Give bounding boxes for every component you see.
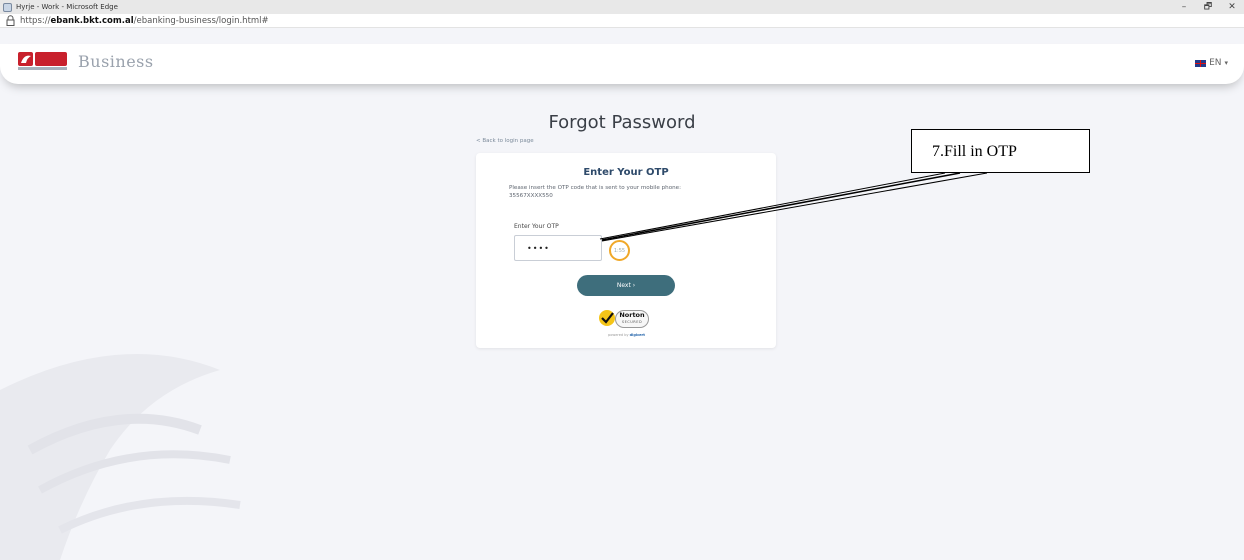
otp-instructions: Please insert the OTP code that is sent … (509, 184, 749, 200)
window-title: Hyrje - Work - Microsoft Edge (16, 3, 118, 11)
window-title-bar: Hyrje - Work - Microsoft Edge – 🗗 ✕ (0, 0, 1244, 14)
bkt-logo-mark (18, 51, 68, 71)
otp-countdown-timer: 1:55 (609, 240, 630, 261)
otp-input[interactable]: •••• (514, 235, 602, 261)
address-bar[interactable]: https://ebank.bkt.com.al/ebanking-busine… (0, 14, 1244, 28)
uk-flag-icon (1195, 59, 1207, 67)
language-selector[interactable]: EN ▾ (1195, 58, 1228, 68)
otp-instructions-text: Please insert the OTP code that is sent … (509, 185, 681, 191)
close-button[interactable]: ✕ (1220, 0, 1244, 14)
masked-phone-number: 35567XXXX550 (509, 193, 553, 199)
otp-input-value: •••• (527, 243, 550, 253)
minimize-button[interactable]: – (1172, 0, 1196, 14)
edge-page-icon (3, 2, 12, 12)
otp-card-title: Enter Your OTP (583, 167, 669, 178)
brand-name: Business (78, 51, 154, 71)
back-to-login-link[interactable]: < Back to login page (476, 138, 534, 144)
chevron-down-icon: ▾ (1224, 59, 1228, 67)
url-text[interactable]: https://ebank.bkt.com.al/ebanking-busine… (20, 16, 269, 26)
next-button[interactable]: Next › (577, 275, 675, 296)
language-label: EN (1209, 58, 1222, 68)
norton-powered-by: powered by digicert (608, 333, 645, 337)
norton-name: Norton (619, 311, 645, 319)
checkmark-icon (598, 309, 616, 331)
annotation-callout: 7.Fill in OTP (911, 129, 1090, 173)
site-header: Business EN ▾ (0, 44, 1244, 84)
annotation-text: 7.Fill in OTP (932, 143, 1017, 160)
norton-badge-frame: Norton SECURED (615, 310, 649, 328)
otp-card: Enter Your OTP Please insert the OTP cod… (476, 153, 776, 348)
window-controls: – 🗗 ✕ (1172, 0, 1244, 14)
norton-secured-badge: Norton SECURED powered by digicert (598, 307, 654, 341)
bkt-logo[interactable]: Business (18, 51, 154, 71)
otp-field-label: Enter Your OTP (514, 223, 559, 230)
norton-secured: SECURED (621, 320, 643, 324)
background-watermark (0, 330, 260, 560)
lock-icon[interactable] (6, 15, 15, 26)
restore-button[interactable]: 🗗 (1196, 0, 1220, 14)
